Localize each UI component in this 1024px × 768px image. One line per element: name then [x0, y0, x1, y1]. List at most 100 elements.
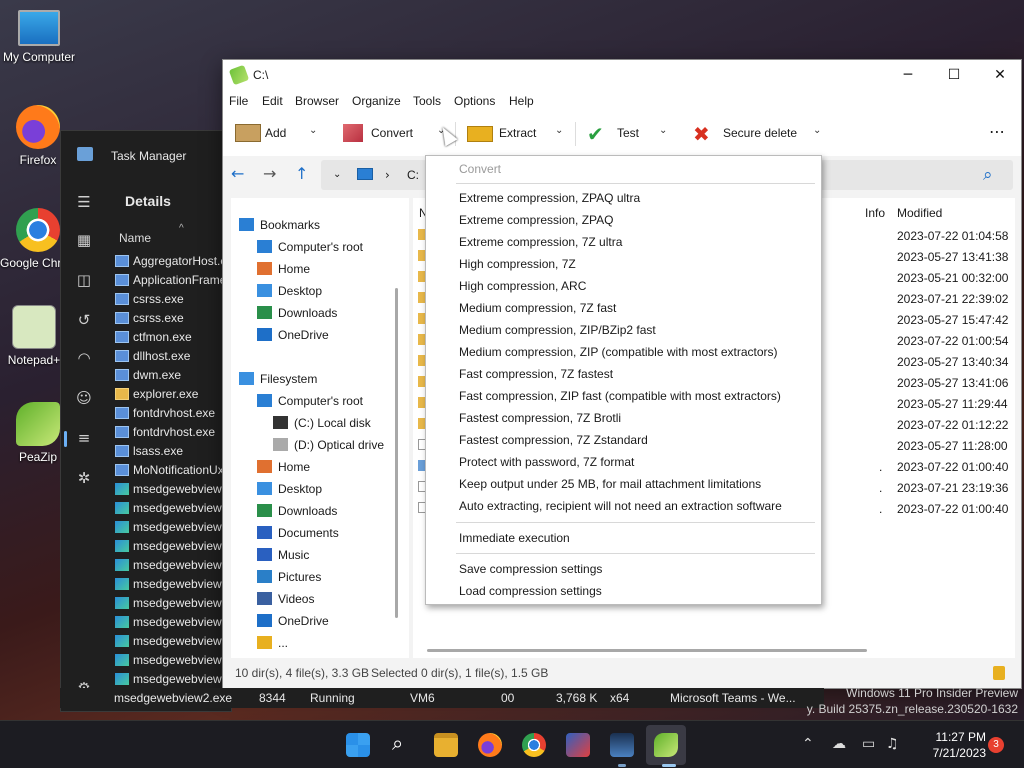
column-header-modified[interactable]: Modified [897, 206, 942, 220]
process-row[interactable]: dllhost.exe [113, 347, 231, 366]
tree-item-more[interactable]: ... [257, 633, 288, 653]
tree-item-downloads[interactable]: Downloads [257, 501, 337, 521]
tree-item-filesystem[interactable]: Filesystem [239, 369, 317, 389]
tree-item-computer-s-root[interactable]: Computer's root [257, 391, 363, 411]
process-row[interactable]: msedgewebview2.exe [113, 537, 231, 556]
menu-item-compression-preset[interactable]: Extreme compression, ZPAQ [459, 213, 614, 227]
task-manager-row[interactable]: msedgewebview2.exe 8344 Running VM6 00 3… [60, 688, 824, 708]
process-row[interactable]: msedgewebview2.exe [113, 651, 231, 670]
process-row[interactable]: msedgewebview2.exe [113, 670, 231, 689]
menu-organize[interactable]: Organize [352, 94, 401, 108]
volume-icon[interactable]: ♫ [886, 736, 899, 752]
tree-item-bookmarks[interactable]: Bookmarks [239, 215, 320, 235]
users-icon[interactable]: ☺ [75, 389, 93, 407]
maximize-button[interactable]: ☐ [931, 60, 977, 90]
menu-item-immediate-execution[interactable]: Immediate execution [459, 531, 570, 545]
process-row[interactable]: AggregatorHost.exe [113, 252, 231, 271]
menu-edit[interactable]: Edit [262, 94, 283, 108]
test-button[interactable]: ✔ Test ⌄ [587, 112, 677, 156]
menu-item-compression-preset[interactable]: Medium compression, ZIP (compatible with… [459, 345, 778, 359]
forward-arrow-icon[interactable]: → [263, 164, 276, 183]
file-explorer-icon[interactable] [434, 733, 458, 757]
process-row[interactable]: fontdrvhost.exe [113, 423, 231, 442]
process-row[interactable]: csrss.exe [113, 309, 231, 328]
display-icon[interactable]: ▭ [862, 736, 875, 752]
menu-options[interactable]: Options [454, 94, 495, 108]
notification-badge[interactable]: 3 [988, 737, 1004, 753]
tree-item-home[interactable]: Home [257, 457, 310, 477]
tree-item-d-optical-drive[interactable]: (D:) Optical drive [273, 435, 384, 455]
menu-item-compression-preset[interactable]: High compression, ARC [459, 279, 586, 293]
clock[interactable]: 11:27 PM 7/21/2023 [912, 729, 986, 761]
menu-item-compression-preset[interactable]: Extreme compression, ZPAQ ultra [459, 191, 640, 205]
tree-item-documents[interactable]: Documents [257, 523, 339, 543]
menu-item-save-settings[interactable]: Save compression settings [459, 562, 602, 576]
menu-item-compression-preset[interactable]: Extreme compression, 7Z ultra [459, 235, 622, 249]
tree-item-home[interactable]: Home [257, 259, 310, 279]
process-row[interactable]: MoNotificationUx.exe [113, 461, 231, 480]
column-header-info[interactable]: Info [865, 206, 885, 220]
menu-file[interactable]: File [229, 94, 248, 108]
notepadpp-icon[interactable] [566, 733, 590, 757]
process-row[interactable]: lsass.exe [113, 442, 231, 461]
column-header-name[interactable]: Name [119, 231, 151, 245]
menu-item-compression-preset[interactable]: Fast compression, ZIP fast (compatible w… [459, 389, 781, 403]
menu-help[interactable]: Help [509, 94, 534, 108]
chevron-down-icon[interactable]: ⌄ [555, 125, 563, 136]
process-row[interactable]: msedgewebview2.exe [113, 518, 231, 537]
process-row[interactable]: msedgewebview2.exe [113, 632, 231, 651]
tree-item-desktop[interactable]: Desktop [257, 281, 322, 301]
tree-item-desktop[interactable]: Desktop [257, 479, 322, 499]
horizontal-scrollbar[interactable] [427, 649, 867, 652]
search-icon[interactable]: ⌕ [392, 731, 403, 755]
chrome-icon[interactable] [522, 733, 546, 757]
menu-item-compression-preset[interactable]: Fast compression, 7Z fastest [459, 367, 613, 381]
task-manager-icon[interactable] [610, 733, 634, 757]
process-row[interactable]: msedgewebview2.exe [113, 613, 231, 632]
menu-item-compression-preset[interactable]: Protect with password, 7Z format [459, 455, 634, 469]
process-row[interactable]: ApplicationFrameHost.exe [113, 271, 231, 290]
menu-item-load-settings[interactable]: Load compression settings [459, 584, 602, 598]
breadcrumb-path[interactable]: C: [407, 168, 419, 182]
process-row[interactable]: fontdrvhost.exe [113, 404, 231, 423]
services-icon[interactable]: ✲ [75, 469, 93, 487]
chevron-down-icon[interactable]: ⌄ [309, 125, 317, 136]
process-row[interactable]: msedgewebview2.exe [113, 480, 231, 499]
startup-apps-icon[interactable]: ◠ [75, 349, 93, 367]
process-row[interactable]: csrss.exe [113, 290, 231, 309]
process-row[interactable]: explorer.exe [113, 385, 231, 404]
tree-item-pictures[interactable]: Pictures [257, 567, 321, 587]
peazip-icon[interactable] [654, 733, 678, 757]
process-row[interactable]: dwm.exe [113, 366, 231, 385]
process-row[interactable]: ctfmon.exe [113, 328, 231, 347]
menu-item-compression-preset[interactable]: Fastest compression, 7Z Zstandard [459, 433, 648, 447]
title-bar[interactable]: C:\ ─ ☐ ✕ [223, 60, 1021, 90]
menu-item-compression-preset[interactable]: High compression, 7Z [459, 257, 576, 271]
app-history-icon[interactable]: ↺ [75, 311, 93, 329]
more-options-icon[interactable]: ⋯ [989, 122, 1005, 141]
tree-item-computer-s-root[interactable]: Computer's root [257, 237, 363, 257]
up-arrow-icon[interactable]: ↑ [295, 164, 308, 183]
menu-item-compression-preset[interactable]: Medium compression, 7Z fast [459, 301, 616, 315]
history-dropdown-icon[interactable]: ⌄ [333, 169, 341, 180]
start-windows-icon[interactable] [346, 733, 370, 757]
menu-item-compression-preset[interactable]: Keep output under 25 MB, for mail attach… [459, 477, 761, 491]
tree-item-music[interactable]: Music [257, 545, 309, 565]
menu-item-compression-preset[interactable]: Fastest compression, 7Z Brotli [459, 411, 621, 425]
lock-icon[interactable] [993, 666, 1005, 680]
firefox-icon[interactable] [478, 733, 502, 757]
chevron-up-icon[interactable]: ⌃ [802, 736, 814, 752]
menu-tools[interactable]: Tools [413, 94, 441, 108]
menu-item-compression-preset[interactable]: Medium compression, ZIP/BZip2 fast [459, 323, 656, 337]
chevron-down-icon[interactable]: ⌄ [813, 125, 821, 136]
search-icon[interactable]: ⌕ [983, 165, 993, 185]
menu-browser[interactable]: Browser [295, 94, 339, 108]
minimize-button[interactable]: ─ [885, 60, 931, 90]
network-icon[interactable]: ☁ [832, 736, 846, 752]
add-button[interactable]: Add ⌄ [233, 112, 333, 156]
hamburger-menu-icon[interactable]: ☰ [75, 193, 93, 211]
task-manager-window[interactable]: Task Manager ☰ ▦ ◫ ↺ ◠ ☺ ≡ ✲ ⚙ Details ^… [60, 130, 232, 712]
tree-scrollbar[interactable] [395, 288, 398, 618]
tree-item-onedrive[interactable]: OneDrive [257, 611, 329, 631]
back-arrow-icon[interactable]: ← [231, 164, 244, 183]
